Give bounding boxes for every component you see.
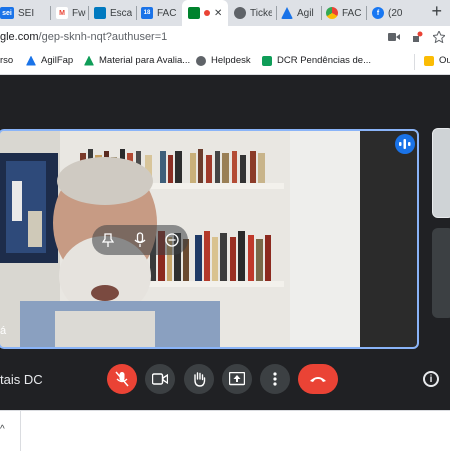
drive-icon [281, 7, 293, 19]
tab-facebook[interactable]: f (20 [372, 2, 408, 24]
bookmark-label: Helpdesk [211, 55, 251, 66]
tab-separator [321, 6, 322, 20]
more-options-button[interactable] [260, 364, 290, 394]
tab-sei[interactable]: sei SEI [0, 2, 48, 24]
camera-toggle-button[interactable] [145, 364, 175, 394]
chrome-icon [326, 7, 338, 19]
bookmark-agilfap[interactable]: AgilFap [26, 55, 73, 66]
mic-off-icon [115, 371, 129, 387]
tab-label: FAC [157, 7, 177, 19]
meeting-title: tais DC [0, 372, 43, 387]
trello-icon [94, 7, 106, 19]
participant-video-frame [0, 131, 417, 347]
url-path: /gep-sknh-nqt?authuser=1 [38, 31, 168, 43]
tab-label: Ticke [250, 7, 272, 19]
bookmark-material[interactable]: Material para Avalia... [84, 55, 190, 66]
tab-fac[interactable]: FAC [326, 2, 362, 24]
folder-icon [424, 55, 434, 66]
tab-label: Agil [297, 7, 314, 19]
tab-meet-active[interactable]: ✕ [182, 0, 228, 26]
bookmark-label: AgilFap [41, 55, 74, 66]
downloads-caret-icon[interactable]: ^ [0, 424, 5, 435]
permissions-blocked-icon[interactable] [411, 31, 423, 43]
downloads-bar: ^ [0, 410, 450, 451]
calendar-icon: 18 [141, 7, 153, 19]
close-tab-icon[interactable]: ✕ [214, 8, 222, 19]
bookmarks-bar: rso AgilFap Material para Avalia... Help… [0, 50, 450, 75]
tab-separator [88, 6, 89, 20]
camera-indicator-icon[interactable] [388, 32, 400, 42]
drive-icon [84, 55, 94, 66]
bookmark-divider [414, 54, 415, 70]
meeting-info-button[interactable]: i [423, 371, 439, 387]
more-options-icon [273, 372, 277, 386]
tile-hover-actions [92, 225, 188, 255]
gmail-icon: M [56, 7, 68, 19]
tab-separator [50, 6, 51, 20]
end-call-button[interactable] [298, 364, 338, 394]
tab-calendar[interactable]: 18 FAC [141, 2, 179, 24]
globe-icon [234, 7, 246, 19]
info-icon: i [429, 373, 433, 385]
speaking-indicator [395, 134, 415, 154]
sheets-icon [262, 55, 272, 66]
downloads-divider [20, 411, 21, 451]
browser-tab-strip: sei SEI M Fwd Esca 18 FAC ✕ Ticke Agil F… [0, 0, 450, 26]
microphone-toggle-button[interactable] [107, 364, 137, 394]
tab-gmail[interactable]: M Fwd [56, 2, 86, 24]
present-screen-button[interactable] [222, 364, 252, 394]
raise-hand-button[interactable] [184, 364, 214, 394]
bookmark-helpdesk[interactable]: Helpdesk [196, 55, 251, 66]
remove-participant-icon[interactable] [165, 233, 179, 247]
bookmark-dcr[interactable]: DCR Pendências de... [262, 55, 371, 66]
new-tab-button[interactable]: + [431, 1, 442, 22]
bookmark-star-icon[interactable] [433, 31, 445, 43]
tab-trello[interactable]: Esca [94, 2, 132, 24]
url-text[interactable]: gle.com/gep-sknh-nqt?authuser=1 [0, 31, 167, 43]
drive-icon [26, 55, 36, 66]
tab-separator [276, 6, 277, 20]
bookmark-label: DCR Pendências de... [277, 55, 371, 66]
participant-thumbnail[interactable] [432, 128, 450, 218]
address-bar[interactable]: gle.com/gep-sknh-nqt?authuser=1 [0, 26, 450, 50]
url-domain: gle.com [0, 31, 39, 43]
bookmark-item[interactable]: rso [0, 55, 13, 66]
tab-label: Fwd [72, 7, 86, 19]
tab-label: SEI [18, 7, 35, 19]
recording-dot-icon [204, 10, 210, 16]
tab-label: FAC [342, 7, 362, 19]
tab-agil[interactable]: Agil [281, 2, 317, 24]
tab-ticket[interactable]: Ticke [234, 2, 272, 24]
tab-separator [366, 6, 367, 20]
mute-participant-icon[interactable] [134, 232, 146, 248]
pin-icon[interactable] [102, 233, 114, 247]
participant-thumbnail[interactable] [432, 228, 450, 318]
present-screen-icon [229, 372, 245, 386]
participant-video-tile[interactable]: á [0, 129, 419, 349]
raise-hand-icon [194, 372, 206, 387]
bookmark-label: Material para Avalia... [99, 55, 191, 66]
globe-icon [196, 55, 206, 66]
bookmark-label: Ou [439, 55, 450, 66]
facebook-icon: f [372, 7, 384, 19]
tab-label: Esca [110, 7, 132, 19]
camera-icon [152, 373, 168, 385]
bookmark-other[interactable]: Ou [424, 55, 450, 66]
tab-separator [136, 6, 137, 20]
tab-label: (20 [388, 7, 403, 19]
meet-icon [188, 7, 200, 19]
end-call-icon [310, 377, 326, 382]
participant-name-label: á [0, 325, 7, 337]
sei-icon: sei [0, 7, 14, 19]
audio-bars-icon [399, 139, 411, 149]
bookmark-label: rso [0, 55, 14, 66]
